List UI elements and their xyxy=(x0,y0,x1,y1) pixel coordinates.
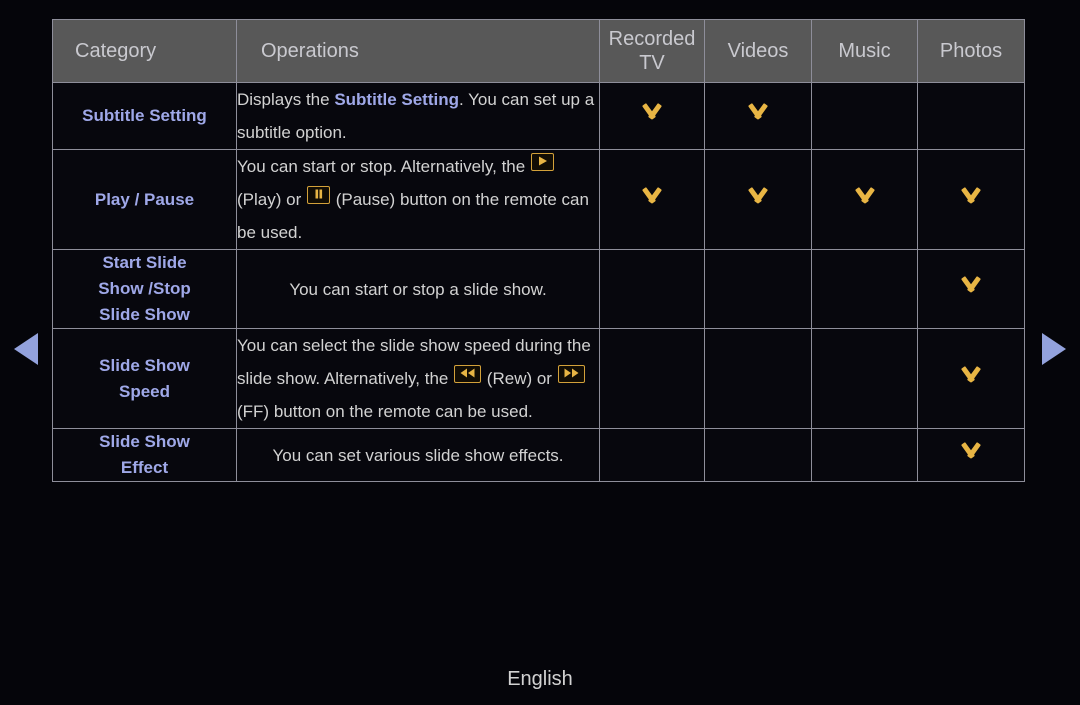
operations-text: You can start or stop. Alternatively, th… xyxy=(237,150,599,249)
chevron-down-icon xyxy=(852,190,878,205)
operations-text: You can start or stop a slide show. xyxy=(289,273,546,306)
footer-language-label: English xyxy=(507,668,573,690)
operations-text-run: You can start or stop. Alternatively, th… xyxy=(237,157,530,176)
cell-category: Start Slide Show /Stop Slide Show xyxy=(52,249,237,329)
cell-category: Play / Pause xyxy=(52,149,237,250)
cell-videos xyxy=(704,249,812,329)
cell-photos xyxy=(917,249,1025,329)
cell-videos xyxy=(704,149,812,250)
cell-photos xyxy=(917,82,1025,150)
column-header-recorded-tv-line1: Recorded xyxy=(608,28,696,50)
table-header-row: Category Operations Recorded TV Videos M… xyxy=(52,19,1025,83)
cell-recorded-tv xyxy=(599,82,705,150)
feature-support-table: Category Operations Recorded TV Videos M… xyxy=(52,19,1025,482)
category-label-line: Slide Show xyxy=(99,432,190,451)
category-label-line: Subtitle Setting xyxy=(82,106,207,125)
chevron-down-icon xyxy=(958,445,984,460)
column-header-music: Music xyxy=(811,19,918,83)
category-label-line: Show /Stop xyxy=(98,279,191,298)
cell-category: Slide Show Speed xyxy=(52,328,237,429)
triangle-left-icon[interactable] xyxy=(14,333,38,365)
cell-recorded-tv xyxy=(599,149,705,250)
operations-text: You can select the slide show speed duri… xyxy=(237,329,599,428)
category-label-line: Play / Pause xyxy=(94,189,195,209)
category-label-line: Slide Show xyxy=(99,305,190,324)
play-key-icon xyxy=(530,153,554,171)
column-header-recorded-tv: Recorded TV xyxy=(599,19,705,83)
pause-key-icon xyxy=(306,186,330,204)
chevron-down-icon xyxy=(639,190,665,205)
rewind-key-icon xyxy=(454,365,482,383)
cell-photos xyxy=(917,428,1025,482)
fastforward-key-icon xyxy=(557,365,585,383)
cell-music xyxy=(811,249,918,329)
cell-category: Slide Show Effect xyxy=(52,428,237,482)
cell-operations: You can select the slide show speed duri… xyxy=(236,328,600,429)
category-label-line: Speed xyxy=(118,381,171,401)
cell-recorded-tv xyxy=(599,249,705,329)
operations-text: Displays the Subtitle Setting. You can s… xyxy=(237,83,599,149)
column-header-videos: Videos xyxy=(704,19,812,83)
chevron-down-icon xyxy=(745,106,771,121)
chevron-down-icon xyxy=(745,190,771,205)
operations-text-run: (Rew) or xyxy=(482,369,557,388)
cell-photos xyxy=(917,328,1025,429)
operations-text: You can set various slide show effects. xyxy=(272,439,563,472)
column-header-category: Category xyxy=(52,19,237,83)
table-row: Play / Pause You can start or stop. Alter… xyxy=(52,149,1025,250)
category-label-line: Start Slide xyxy=(102,253,187,272)
table-row: Subtitle Setting Displays the Subtitle Se… xyxy=(52,82,1025,150)
cell-recorded-tv xyxy=(599,328,705,429)
operations-text-run: (Play) or xyxy=(237,190,306,209)
operations-text-run: You can start or stop a slide show. xyxy=(289,279,547,299)
chevron-down-icon xyxy=(958,279,984,294)
cell-category: Subtitle Setting xyxy=(52,82,237,150)
table-row: Slide Show Speed You can select the slide … xyxy=(52,328,1025,429)
column-header-recorded-tv-line2: TV xyxy=(639,52,665,74)
chevron-down-icon xyxy=(958,369,984,384)
operations-text-run: Displays the xyxy=(237,90,335,109)
cell-music xyxy=(811,82,918,150)
cell-operations: You can set various slide show effects. xyxy=(236,428,600,482)
cell-music xyxy=(811,149,918,250)
spec-table: Category Operations Recorded TV Videos M… xyxy=(52,19,1025,482)
cell-operations: You can start or stop. Alternatively, th… xyxy=(236,149,600,250)
table-header: Category Operations Recorded TV Videos M… xyxy=(52,19,1025,83)
cell-videos xyxy=(704,328,812,429)
operations-text-run: You can set various slide show effects. xyxy=(272,445,564,465)
category-label-line: Slide Show xyxy=(99,355,190,375)
chevron-down-icon xyxy=(958,190,984,205)
table-row: Slide Show Effect You can set various slid… xyxy=(52,428,1025,482)
cell-videos xyxy=(704,428,812,482)
cell-videos xyxy=(704,82,812,150)
chevron-down-icon xyxy=(639,106,665,121)
operations-term-highlight: Subtitle Setting xyxy=(334,90,459,109)
cell-operations: Displays the Subtitle Setting. You can s… xyxy=(236,82,600,150)
operations-text-run: (FF) button on the remote can be used. xyxy=(237,402,533,421)
column-header-photos: Photos xyxy=(917,19,1025,83)
table-row: Start Slide Show /Stop Slide Show You can s… xyxy=(52,249,1025,329)
cell-operations: You can start or stop a slide show. xyxy=(236,249,600,329)
cell-music xyxy=(811,428,918,482)
cell-photos xyxy=(917,149,1025,250)
triangle-right-icon[interactable] xyxy=(1042,333,1066,365)
category-label-line: Effect xyxy=(120,458,169,477)
table-body: Subtitle Setting Displays the Subtitle Se… xyxy=(52,82,1025,482)
cell-recorded-tv xyxy=(599,428,705,482)
column-header-operations: Operations xyxy=(236,19,600,83)
cell-music xyxy=(811,328,918,429)
